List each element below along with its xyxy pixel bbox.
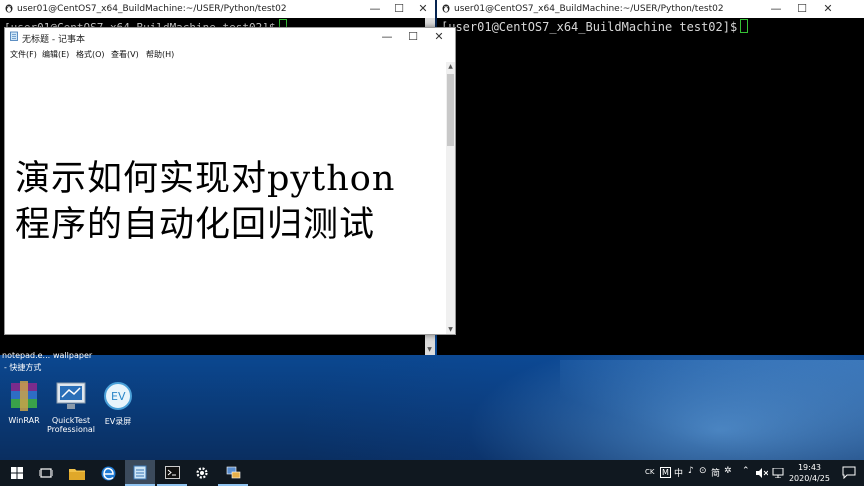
terminal-right-title: user01@CentOS7_x64_BuildMachine:~/USER/P…	[454, 4, 724, 14]
settings-icon	[196, 467, 208, 479]
svg-text:EV: EV	[111, 390, 126, 403]
network-icon[interactable]	[772, 468, 784, 478]
ime-simplified-indicator[interactable]: 简	[711, 466, 720, 479]
scroll-down-icon[interactable]: ▼	[425, 346, 434, 353]
shortcut-suffix-label: - 快捷方式	[4, 363, 42, 372]
menu-edit[interactable]: 编辑(E)	[42, 49, 69, 60]
terminal-icon	[164, 465, 180, 479]
maximize-button[interactable]: ☐	[387, 0, 411, 18]
volume-muted-icon[interactable]	[756, 468, 768, 478]
terminal-right-prompt: [user01@CentOS7_x64_BuildMachine test02]…	[441, 19, 749, 34]
scrollbar-thumb[interactable]	[447, 74, 454, 146]
ime-chinese-indicator[interactable]: 中	[674, 466, 683, 479]
notepad-shortcut-label[interactable]: notepad.e...	[2, 351, 50, 360]
menu-help[interactable]: 帮助(H)	[146, 49, 174, 60]
notepad-icon	[133, 465, 147, 479]
notepad-titlebar[interactable]: 无标题 - 记事本 — ☐ ✕	[5, 28, 455, 46]
maximize-button[interactable]: ☐	[401, 28, 425, 46]
text-line-1: 演示如何实现对python	[15, 159, 396, 199]
terminal-left-title: user01@CentOS7_x64_BuildMachine:~/USER/P…	[17, 4, 287, 14]
ime-settings-indicator[interactable]: ✲	[724, 466, 732, 476]
edge-button[interactable]	[93, 460, 123, 486]
terminal-window-right[interactable]: user01@CentOS7_x64_BuildMachine:~/USER/P…	[437, 0, 864, 355]
minimize-button[interactable]: —	[363, 0, 387, 18]
settings-button[interactable]	[187, 460, 217, 486]
notepad-title: 无标题 - 记事本	[22, 35, 85, 45]
start-button[interactable]	[2, 460, 32, 486]
system-clock[interactable]: 19:43 2020/4/25	[789, 462, 830, 484]
file-explorer-icon	[69, 468, 85, 480]
network-app-icon	[226, 466, 240, 478]
terminal-taskbar-button[interactable]	[157, 460, 187, 486]
text-line-2: 程序的自动化回归测试	[15, 205, 376, 245]
close-button[interactable]: ✕	[816, 0, 840, 18]
chevron-up-icon[interactable]: ⌃	[742, 466, 750, 476]
edge-icon	[101, 466, 115, 480]
taskbar: CK M 中 ♪ ⊙ 简 ✲ ⌃ 19:43 2020/4/25	[0, 460, 864, 486]
scroll-down-icon[interactable]: ▼	[446, 326, 455, 333]
desktop-icon-ev-recorder[interactable]: EV EV录屏	[83, 381, 153, 427]
terminal-right-titlebar[interactable]: user01@CentOS7_x64_BuildMachine:~/USER/P…	[437, 0, 864, 18]
notepad-icon	[10, 31, 18, 41]
notepad-scrollbar[interactable]: ▲ ▼	[446, 62, 455, 334]
scroll-up-icon[interactable]: ▲	[446, 63, 455, 70]
terminal-left-titlebar[interactable]: user01@CentOS7_x64_BuildMachine:~/USER/P…	[0, 0, 435, 18]
ime-moon-indicator[interactable]: ♪	[688, 466, 694, 476]
clock-time: 19:43	[797, 463, 822, 472]
minimize-button[interactable]: —	[764, 0, 788, 18]
ev-recorder-icon: EV	[104, 382, 132, 410]
task-view-icon	[39, 468, 53, 478]
wallpaper-light-beam	[560, 360, 864, 460]
ime-m-indicator[interactable]: M	[660, 467, 671, 478]
network-app-taskbar-button[interactable]	[218, 460, 248, 486]
cursor	[740, 19, 749, 33]
notification-icon[interactable]	[842, 466, 856, 479]
prompt-text: [user01@CentOS7_x64_BuildMachine test02]…	[441, 20, 738, 34]
notepad-taskbar-button[interactable]	[125, 460, 155, 486]
notepad-window[interactable]: 无标题 - 记事本 — ☐ ✕ 文件(F) 编辑(E) 格式(O) 查看(V) …	[4, 27, 456, 335]
close-button[interactable]: ✕	[427, 28, 451, 46]
ime-ck-indicator[interactable]: CK	[645, 468, 654, 476]
task-view-button[interactable]	[31, 460, 61, 486]
tux-icon	[5, 4, 13, 13]
icon-label: EV录屏	[104, 417, 132, 426]
notepad-text-area[interactable]: 演示如何实现对python 程序的自动化回归测试	[5, 62, 446, 334]
clock-date: 2020/4/25	[788, 474, 830, 483]
wallpaper-label[interactable]: wallpaper	[53, 351, 92, 360]
ime-punct-indicator[interactable]: ⊙	[699, 466, 707, 476]
menu-view[interactable]: 查看(V)	[111, 49, 139, 60]
start-icon	[11, 467, 23, 479]
menu-file[interactable]: 文件(F)	[10, 49, 37, 60]
notepad-menubar: 文件(F) 编辑(E) 格式(O) 查看(V) 帮助(H)	[5, 46, 455, 62]
minimize-button[interactable]: —	[375, 28, 399, 46]
close-button[interactable]: ✕	[411, 0, 435, 18]
menu-format[interactable]: 格式(O)	[76, 49, 105, 60]
tux-icon	[442, 4, 450, 13]
maximize-button[interactable]: ☐	[790, 0, 814, 18]
file-explorer-button[interactable]	[62, 460, 92, 486]
